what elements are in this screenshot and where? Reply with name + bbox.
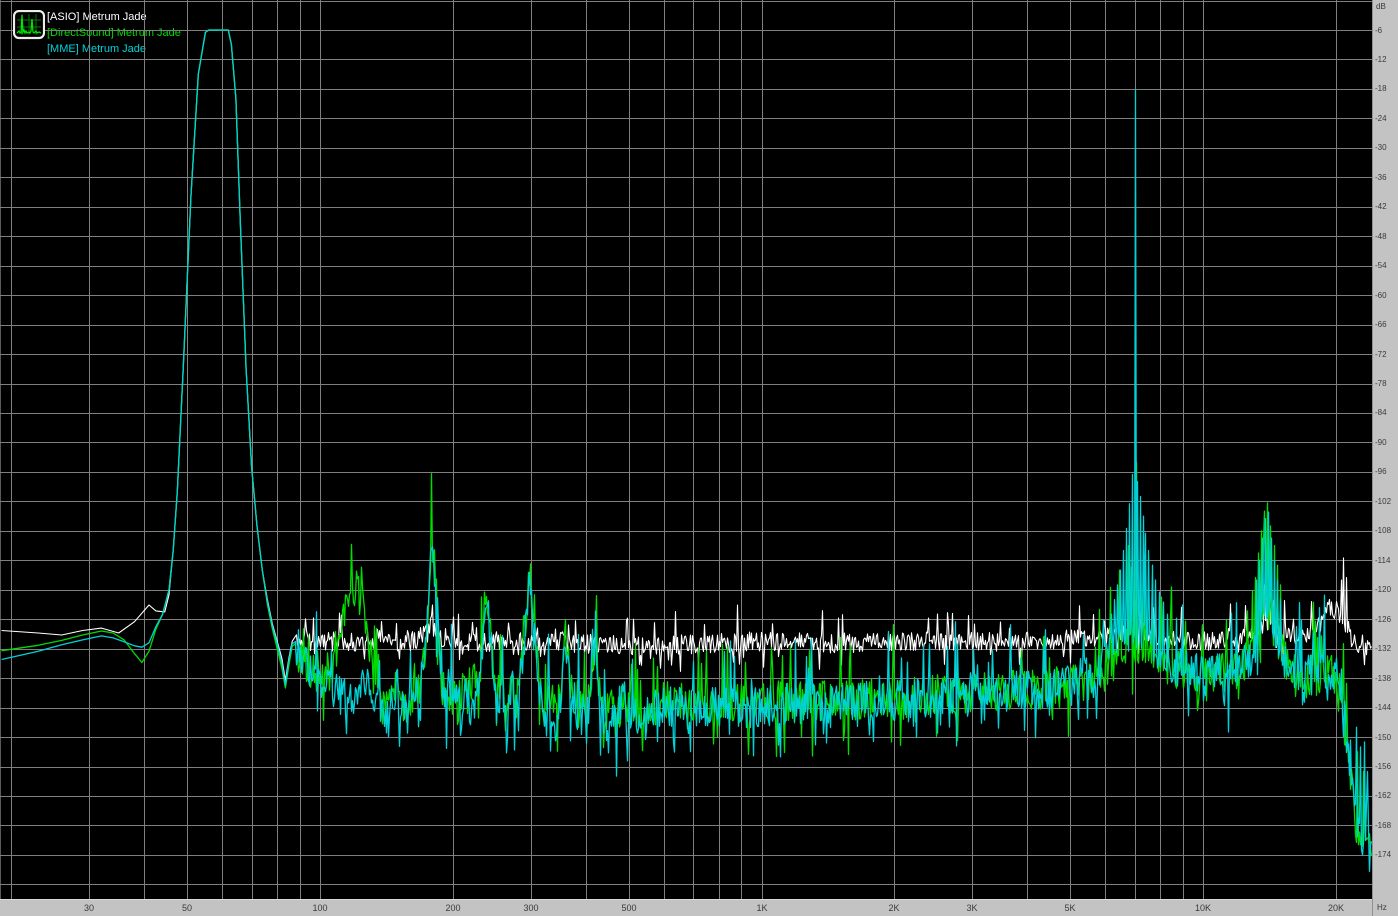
y-axis-label: -6 [1373,26,1398,35]
spectrum-mode-icon-button[interactable] [13,10,45,40]
y-axis-label: -72 [1373,350,1398,359]
x-axis-label: 3K [966,903,977,913]
y-axis-label: -18 [1373,84,1398,93]
legend-item-0: [ASIO] Metrum Jade [47,11,147,23]
x-axis-unit-label: Hz [1377,903,1387,912]
y-axis-label: -48 [1373,232,1398,241]
x-axis-label: 200 [445,903,460,913]
y-axis-label: -138 [1373,674,1398,683]
y-axis-label: -42 [1373,202,1398,211]
y-axis-label: -120 [1373,585,1398,594]
x-axis-label: 300 [523,903,538,913]
x-axis-label: 5K [1064,903,1075,913]
plot-background [0,0,1372,899]
x-axis-label: 500 [621,903,636,913]
x-axis-label: 1K [756,903,767,913]
y-axis-label: -96 [1373,467,1398,476]
y-axis-label: -24 [1373,114,1398,123]
x-axis-label: 2K [888,903,899,913]
x-axis-label: 100 [312,903,327,913]
y-axis-label: -162 [1373,791,1398,800]
y-axis-label: -90 [1373,438,1398,447]
y-axis-label: -108 [1373,526,1398,535]
x-axis-label: 50 [182,903,192,913]
legend-item-2: [MME] Metrum Jade [47,43,146,55]
y-axis-label: -60 [1373,291,1398,300]
y-axis-label: -132 [1373,644,1398,653]
y-axis-label: -54 [1373,261,1398,270]
y-axis-label: -156 [1373,762,1398,771]
y-axis-label: -30 [1373,143,1398,152]
y-axis-panel: dB Hz -6 -12 -18 -24 -30 -36 -42 -48 -54 -60 -66 -7… [1372,0,1398,916]
y-axis-label: -102 [1373,497,1398,506]
y-axis-label: -174 [1373,850,1398,859]
y-axis-label: -12 [1373,55,1398,64]
y-axis-label: -144 [1373,703,1398,712]
x-axis-label: 20K [1328,903,1344,913]
y-axis-label: -78 [1373,379,1398,388]
y-axis-label: -84 [1373,408,1398,417]
spectrum-plot-canvas[interactable]: [ASIO] Metrum Jade [DirectSound] Metrum J… [0,0,1372,899]
x-axis-panel: 30 50 100 200 300 500 1K 2K 3K 5K 10K 20K [0,899,1372,916]
y-axis-label: -150 [1373,733,1398,742]
y-axis-label: -66 [1373,320,1398,329]
y-axis-label: -36 [1373,173,1398,182]
y-axis-unit-label: dB [1376,2,1386,11]
y-axis-label: -114 [1373,556,1398,565]
mini-spectrum-icon [13,10,45,40]
y-axis-label: -126 [1373,615,1398,624]
x-axis-label: 30 [84,903,94,913]
x-axis-label: 10K [1195,903,1211,913]
spectrum-analyzer-window: [ASIO] Metrum Jade [DirectSound] Metrum J… [0,0,1398,916]
legend-item-1: [DirectSound] Metrum Jade [47,27,181,39]
y-axis-label: -168 [1373,821,1398,830]
